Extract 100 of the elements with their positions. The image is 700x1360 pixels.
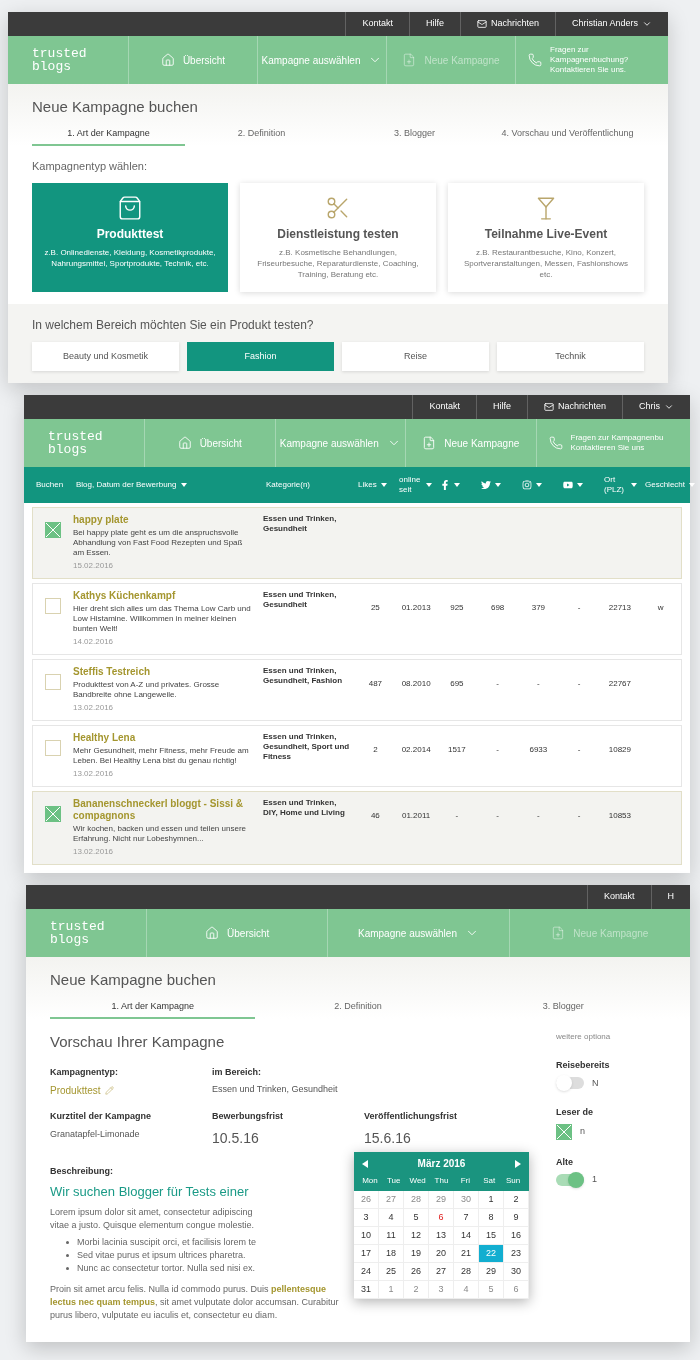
table-cell-text: - — [495, 744, 500, 756]
next-month-icon[interactable] — [515, 1159, 521, 1168]
sort-icon[interactable] — [495, 483, 501, 487]
checkbox[interactable] — [45, 674, 61, 690]
sort-icon[interactable] — [577, 483, 583, 487]
field-label: Kurztitel der Kampagne — [50, 1110, 153, 1123]
page-title: Neue Kampagne buchen — [50, 970, 217, 990]
column-header[interactable]: Buchen — [36, 480, 64, 490]
calendar-day[interactable]: 10 — [354, 1227, 379, 1245]
step-tab[interactable]: 4. Vorschau und Veröffentlichung — [491, 126, 644, 146]
area-option[interactable]: Reise — [342, 341, 489, 371]
campaign-type-card[interactable]: Produkttest z.B. Onlinedienste, Kleidung, Kosmetikprodukte, Nahrungsmittel, Sportprodukte, Technik, etc. — [32, 182, 228, 292]
calendar-day[interactable]: 11 — [379, 1227, 404, 1245]
calendar-day[interactable]: 30 — [454, 1191, 479, 1209]
campaign-type-card[interactable]: Dienstleistung testen z.B. Kosmetische Behandlungen, Friseurbesuche, Reparaturdienste, Coaching, Training, Beratung etc. — [240, 182, 436, 292]
calendar-day[interactable]: 28 — [404, 1191, 429, 1209]
calendar-day[interactable]: 27 — [379, 1191, 404, 1209]
calendar-day[interactable]: 2 — [504, 1191, 529, 1209]
calendar-day[interactable]: 18 — [379, 1245, 404, 1263]
area-option[interactable]: Beauty und Kosmetik — [32, 341, 179, 371]
toggle-switch[interactable] — [556, 1173, 584, 1186]
calendar-day[interactable]: 6 — [504, 1281, 529, 1299]
checkbox[interactable] — [45, 598, 61, 614]
calendar-day[interactable]: 26 — [354, 1191, 379, 1209]
blogger-row[interactable]: Steffis Testreich Produkttest von A-Z und privates. Grosse Bandbreite ohne Langeweile. 13.02.2016 Essen und Trinken, Gesundheit, Fashion 487 08.2010 695 - - - 22767 — [32, 659, 682, 721]
column-header[interactable] — [481, 480, 501, 490]
calendar-day[interactable]: 1 — [379, 1281, 404, 1299]
column-header[interactable]: Likes — [358, 480, 387, 490]
column-header[interactable]: Blog, Datum der Bewerbung — [76, 480, 187, 490]
sort-icon[interactable] — [454, 483, 460, 487]
calendar-day[interactable]: 2 — [404, 1281, 429, 1299]
column-header[interactable]: Kategorie(n) — [266, 480, 311, 490]
table-cell-text: 6933 — [528, 744, 549, 756]
checkbox[interactable] — [45, 740, 61, 756]
sort-icon[interactable] — [180, 483, 187, 487]
area-option[interactable]: Fashion — [187, 341, 334, 371]
blogger-row[interactable]: Healthy Lena Mehr Gesundheit, mehr Fitness, mehr Freude am Leben. Bei Healthy Lena bist du genau richtig! 13.02.2016 Essen und Trinken, Gesundheit, Sport und Fitness 2 02.2014 1517 - 6933 - 10829 — [32, 725, 682, 787]
calendar-day[interactable]: 1 — [479, 1191, 504, 1209]
column-header[interactable] — [563, 480, 583, 490]
table-cell-text: 379 — [530, 602, 547, 614]
categories-cell-text: Essen und Trinken, Gesundheit — [263, 590, 338, 610]
sort-icon[interactable] — [426, 483, 432, 487]
calendar-day[interactable]: 27 — [429, 1263, 454, 1281]
document-plus-icon — [422, 436, 437, 450]
calendar-day[interactable]: 19 — [404, 1245, 429, 1263]
calendar-day[interactable]: 29 — [429, 1191, 454, 1209]
twitter-icon — [481, 480, 491, 490]
previous-month-icon[interactable] — [362, 1159, 368, 1168]
calendar-day[interactable]: 14 — [454, 1227, 479, 1245]
calendar-day[interactable]: 5 — [479, 1281, 504, 1299]
calendar-day[interactable]: 4 — [379, 1209, 404, 1227]
table-cell-text: 01.2011 — [400, 810, 432, 822]
calendar-day[interactable]: 7 — [454, 1209, 479, 1227]
step-tab[interactable]: 2. Definition — [185, 126, 338, 146]
calendar-day[interactable]: 25 — [379, 1263, 404, 1281]
column-header[interactable] — [522, 480, 542, 490]
calendar-day[interactable]: 20 — [429, 1245, 454, 1263]
area-option[interactable]: Technik — [497, 341, 644, 371]
step-tab[interactable]: 2. Definition — [255, 999, 461, 1019]
toggle-switch[interactable] — [556, 1077, 584, 1090]
calendar-day[interactable]: 5 — [404, 1209, 429, 1227]
calendar-day[interactable]: 4 — [454, 1281, 479, 1299]
document-plus-icon — [402, 53, 417, 67]
calendar-day[interactable]: 28 — [454, 1263, 479, 1281]
step-tab[interactable]: 1. Art der Kampagne — [32, 126, 185, 146]
caret-icon — [642, 19, 652, 29]
sort-icon[interactable] — [631, 483, 637, 487]
calendar-day[interactable]: 6 — [429, 1209, 454, 1227]
sort-icon[interactable] — [689, 483, 696, 487]
calendar-day[interactable]: 3 — [429, 1281, 454, 1299]
calendar-day[interactable]: 31 — [354, 1281, 379, 1299]
calendar-day[interactable]: 3 — [354, 1209, 379, 1227]
field-value: 15.6.16 — [364, 1128, 411, 1148]
application-date: 14.02.2016 — [73, 636, 115, 648]
column-header[interactable]: online seit — [399, 475, 432, 495]
sort-icon[interactable] — [536, 483, 542, 487]
calendar-day[interactable]: 26 — [404, 1263, 429, 1281]
calendar-day[interactable]: 16 — [504, 1227, 529, 1245]
calendar-day[interactable]: 17 — [354, 1245, 379, 1263]
blogger-row[interactable]: Kathys Küchenkampf Hier dreht sich alles um das Thema Low Carb und Low Histamine. Willkommen in meiner kleinen bunten Welt! 14.02.2016 Essen und Trinken, Gesundheit 25 01.2013 925 698 379 - 22713 w — [32, 583, 682, 655]
youtube-icon — [563, 480, 573, 490]
column-header[interactable] — [440, 480, 460, 490]
weekday-label: Tue — [386, 1175, 402, 1187]
campaign-type-card[interactable]: Teilnahme Live-Event z.B. Restaurantbesuche, Kino, Konzert, Sportveranstaltungen, Messen, Fashionshows etc. — [448, 182, 644, 292]
step-tab[interactable]: 3. Blogger — [460, 999, 666, 1019]
step-tab[interactable]: 1. Art der Kampagne — [50, 999, 256, 1019]
calendar-day[interactable]: 29 — [479, 1263, 504, 1281]
calendar-day[interactable]: 30 — [504, 1263, 529, 1281]
calendar-day[interactable]: 9 — [504, 1209, 529, 1227]
sort-icon[interactable] — [380, 483, 387, 487]
column-header[interactable]: Geschlecht — [645, 480, 696, 490]
categories-cell-text: Essen und Trinken, Gesundheit, Sport und Fitness — [263, 732, 351, 762]
calendar-day[interactable]: 24 — [354, 1263, 379, 1281]
calendar-day[interactable]: 8 — [479, 1209, 504, 1227]
calendar-day[interactable]: 12 — [404, 1227, 429, 1245]
calendar-day[interactable]: 13 — [429, 1227, 454, 1245]
column-header[interactable]: Ort (PLZ) — [604, 475, 637, 495]
option-value: N — [592, 1076, 599, 1090]
calendar-day[interactable]: 23 — [504, 1245, 529, 1263]
step-tab[interactable]: 3. Blogger — [338, 126, 491, 146]
